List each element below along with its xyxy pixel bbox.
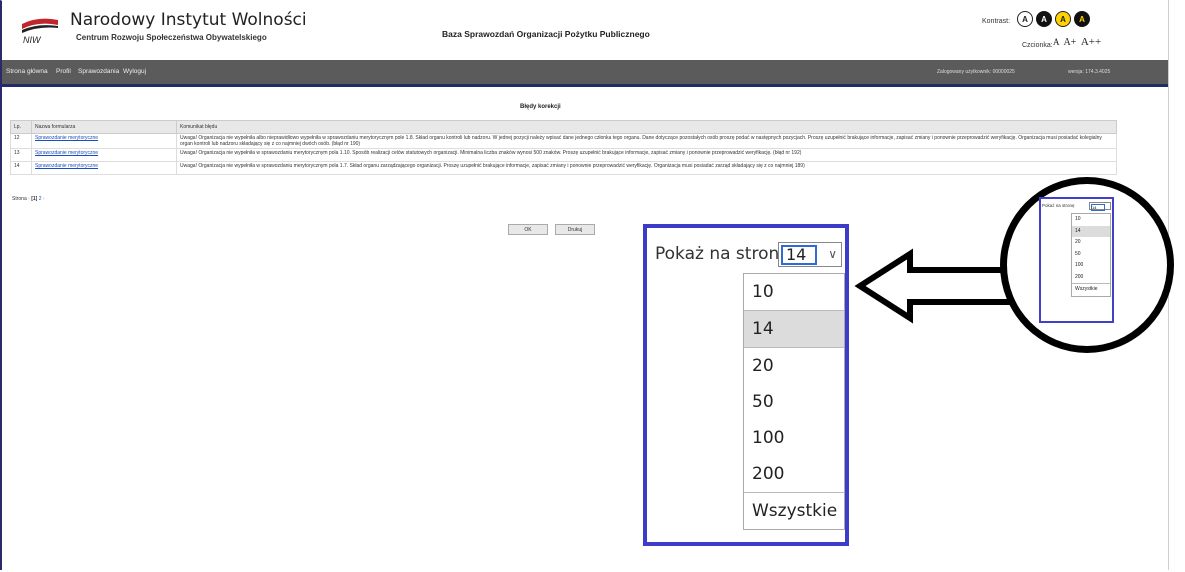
page-size-label: Pokaż na stronę <box>655 244 790 264</box>
form-link[interactable]: Sprawozdanie merytoryczne <box>35 150 98 156</box>
niw-logo[interactable]: NIW <box>20 16 60 45</box>
chevron-down-icon: ∨ <box>828 247 837 261</box>
contrast-buttons: A A A A <box>1017 11 1090 27</box>
fontsize-xlarge-button[interactable]: A++ <box>1081 36 1101 48</box>
table-row: 14 Sprawozdanie merytoryczne Uwaga! Orga… <box>10 161 1117 175</box>
page-size-selected-value: 14 <box>781 245 817 265</box>
page-size-dropdown-list: 10 14 20 50 100 200 Wszystkie <box>743 273 845 530</box>
pager-current-page: [1] <box>31 196 38 202</box>
main-nav: Strona główna Profil Sprawozdania Wylogu… <box>2 60 1168 87</box>
form-link[interactable]: Sprawozdanie merytoryczne <box>35 163 98 169</box>
pager-prev-button[interactable]: ‹ <box>28 196 30 202</box>
contrast-label: Kontrast: <box>982 18 1011 25</box>
app-title: Baza Sprawozdań Organizacji Pożytku Publ… <box>442 29 650 39</box>
row-message: Uwaga! Organizacja nie wypełniła w spraw… <box>176 148 1117 162</box>
mini-page-size-select[interactable]: 14 <box>1089 202 1111 211</box>
page-size-option-14[interactable]: 14 <box>744 310 844 348</box>
page-size-option-10[interactable]: 10 <box>744 274 844 310</box>
row-lp: 12 <box>10 133 32 149</box>
contrast-black-white-button[interactable]: A <box>1036 11 1052 27</box>
table-row: 13 Sprawozdanie merytoryczne Uwaga! Orga… <box>10 148 1117 162</box>
mini-selected-value: 14 <box>1091 204 1105 211</box>
mini-option-20[interactable]: 20 <box>1072 237 1110 249</box>
logged-user-text: Zalogowany użytkownik: 00000025 <box>937 69 1015 75</box>
table-row: 12 Sprawozdanie merytoryczne Uwaga! Orga… <box>10 133 1117 149</box>
logo-text: NIW <box>23 35 42 44</box>
pager: Strona ‹ [1] 2 › <box>12 196 45 202</box>
site-header: NIW Narodowy Instytut Wolności Centrum R… <box>2 0 1168 60</box>
column-header-lp: Lp. <box>10 120 32 134</box>
page-size-select[interactable]: 14 ∨ <box>778 242 842 267</box>
pager-next-button[interactable]: › <box>43 196 45 202</box>
brand-subtitle: Centrum Rozwoju Społeczeństwa Obywatelsk… <box>76 33 267 42</box>
table-header-row: Lp. Nazwa formularza Komunikat błędu <box>10 120 1117 134</box>
zoomed-page-size-callout: Pokaż na stronę 14 ∨ 10 14 20 50 100 200… <box>643 224 849 546</box>
mini-page-size-dropdown: Pokaż na stronę 14 10 14 20 50 100 200 W… <box>1039 197 1114 323</box>
fontsize-buttons: A A+ A++ <box>1053 36 1103 48</box>
fontsize-label: Czcionka: <box>1022 42 1053 49</box>
nav-item-profile[interactable]: Profil <box>56 68 71 75</box>
nav-item-home[interactable]: Strona główna <box>6 68 48 75</box>
contrast-yellow-black-button[interactable]: A <box>1055 11 1071 27</box>
row-message: Uwaga! Organizacja nie wypełniła w spraw… <box>176 161 1117 175</box>
ok-button[interactable]: OK <box>508 224 548 235</box>
contrast-black-yellow-button[interactable]: A <box>1074 11 1090 27</box>
mini-option-10[interactable]: 10 <box>1072 214 1110 226</box>
column-header-message: Komunikat błędu <box>176 120 1117 134</box>
mini-dropdown-list: 10 14 20 50 100 200 Wszystkie <box>1071 213 1111 297</box>
nav-item-reports[interactable]: Sprawozdania <box>78 68 119 75</box>
mini-option-100[interactable]: 100 <box>1072 260 1110 272</box>
pager-label: Strona <box>12 196 27 202</box>
mini-option-200[interactable]: 200 <box>1072 272 1110 284</box>
contrast-default-button[interactable]: A <box>1017 11 1033 27</box>
mini-option-50[interactable]: 50 <box>1072 249 1110 261</box>
row-message: Uwaga! Organizacja nie wypełniła albo ni… <box>176 133 1117 149</box>
mini-option-14[interactable]: 14 <box>1072 225 1110 237</box>
errors-table-title: Błędy korekcji <box>520 104 561 110</box>
mini-option-all[interactable]: Wszystkie <box>1072 283 1110 296</box>
pager-page-2-link[interactable]: 2 <box>39 196 42 202</box>
page-size-option-200[interactable]: 200 <box>744 456 844 492</box>
brand-title: Narodowy Instytut Wolności <box>70 10 307 30</box>
page-size-option-all[interactable]: Wszystkie <box>744 492 844 529</box>
errors-table: Lp. Nazwa formularza Komunikat błędu 12 … <box>10 120 1117 175</box>
row-lp: 14 <box>10 161 32 175</box>
page-size-option-100[interactable]: 100 <box>744 420 844 456</box>
left-arrow-icon <box>854 248 1013 324</box>
nav-item-logout[interactable]: Wyloguj <box>123 68 146 75</box>
fontsize-normal-button[interactable]: A <box>1053 37 1060 47</box>
row-lp: 13 <box>10 148 32 162</box>
mini-page-size-label: Pokaż na stronę <box>1042 203 1075 208</box>
print-button[interactable]: Drukuj <box>555 224 595 235</box>
page-size-option-20[interactable]: 20 <box>744 348 844 384</box>
column-header-form: Nazwa formularza <box>31 120 177 134</box>
page-size-option-50[interactable]: 50 <box>744 384 844 420</box>
fontsize-large-button[interactable]: A+ <box>1063 37 1076 48</box>
form-link[interactable]: Sprawozdanie merytoryczne <box>35 135 98 141</box>
version-text: wersja: 174.3.4025 <box>1068 69 1111 75</box>
